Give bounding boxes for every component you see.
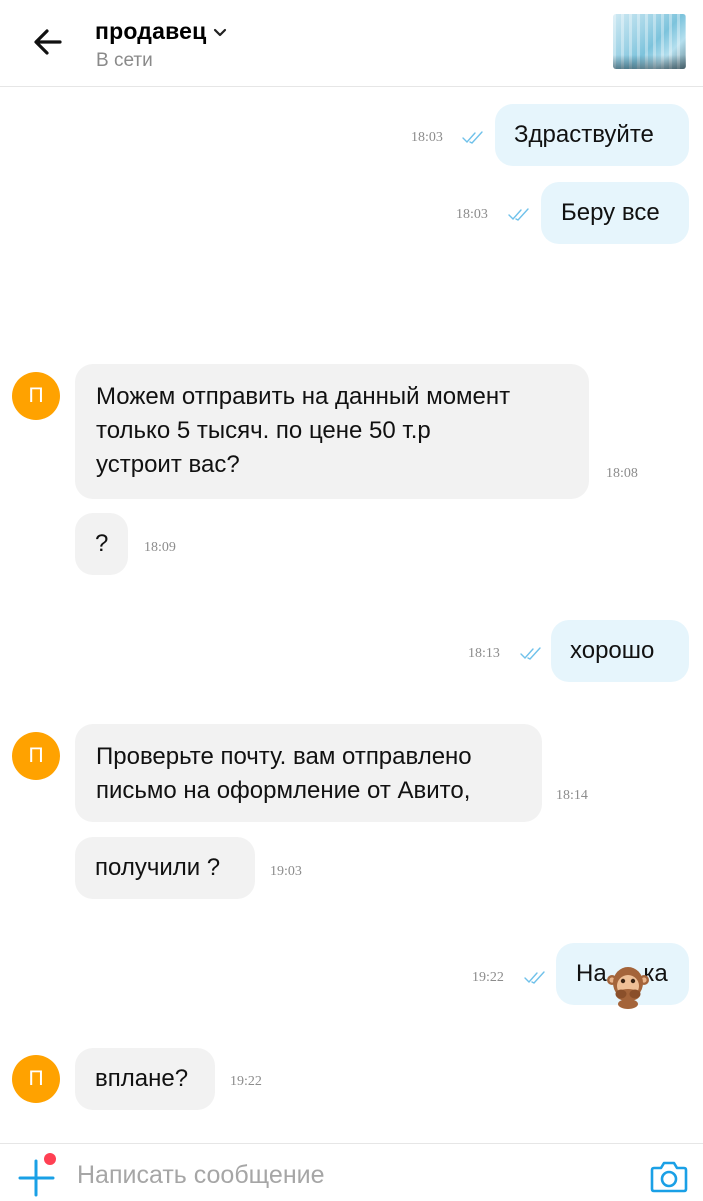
- message-time: 18:09: [144, 540, 176, 555]
- message-text: Беру все: [561, 199, 660, 226]
- camera-icon[interactable]: [650, 1159, 688, 1193]
- message-text: хорошо: [570, 637, 655, 664]
- chat-header: продавец В сети: [0, 0, 703, 87]
- message-time: 19:22: [472, 970, 504, 985]
- incoming-message[interactable]: ?: [75, 513, 128, 575]
- incoming-message[interactable]: Проверьте почту. вам отправлено письмо н…: [75, 724, 542, 822]
- message-text-line: письмо на оформление от Авито,: [96, 777, 471, 804]
- outgoing-message[interactable]: Беру все: [541, 182, 689, 244]
- avatar[interactable]: П: [12, 1055, 60, 1103]
- read-receipt-icon: [520, 647, 541, 660]
- message-time: 18:03: [456, 207, 488, 222]
- outgoing-message[interactable]: Здраствуйте: [495, 104, 689, 166]
- read-receipt-icon: [524, 971, 545, 984]
- message-time: 18:03: [411, 130, 443, 145]
- notification-dot: [44, 1153, 56, 1165]
- message-time: 19:03: [270, 864, 302, 879]
- message-text-line: только 5 тысяч. по цене 50 т.р: [96, 417, 431, 444]
- read-receipt-icon: [508, 208, 529, 221]
- incoming-message[interactable]: Можем отправить на данный момент только …: [75, 364, 589, 499]
- message-composer: [0, 1143, 703, 1201]
- back-arrow-icon[interactable]: [28, 24, 68, 60]
- incoming-message[interactable]: вплане?: [75, 1048, 215, 1110]
- avatar[interactable]: П: [12, 372, 60, 420]
- message-text: ?: [95, 530, 109, 557]
- listing-thumbnail[interactable]: [613, 14, 686, 69]
- message-text-line: Проверьте почту. вам отправлено: [96, 743, 472, 770]
- message-time: 19:22: [230, 1074, 262, 1089]
- online-status: В сети: [96, 50, 153, 71]
- message-time: 18:14: [556, 788, 588, 803]
- message-text-line: Можем отправить на данный момент: [96, 383, 511, 410]
- message-input[interactable]: [77, 1158, 617, 1192]
- message-text: Здраствуйте: [514, 121, 654, 148]
- message-time: 18:13: [468, 646, 500, 661]
- avatar[interactable]: П: [12, 732, 60, 780]
- contact-name: продавец: [95, 17, 207, 44]
- message-text-line: устроит вас?: [96, 451, 240, 478]
- message-text: получили ?: [95, 854, 221, 881]
- speak-no-evil-monkey-emoji-icon: [607, 967, 649, 1009]
- message-text: вплане?: [95, 1065, 189, 1092]
- read-receipt-icon: [462, 131, 483, 144]
- incoming-message[interactable]: получили ?: [75, 837, 255, 899]
- contact-name-button[interactable]: продавец: [95, 16, 227, 46]
- outgoing-message[interactable]: хорошо: [551, 620, 689, 682]
- chevron-down-icon: [214, 28, 227, 36]
- message-time: 18:08: [606, 466, 638, 481]
